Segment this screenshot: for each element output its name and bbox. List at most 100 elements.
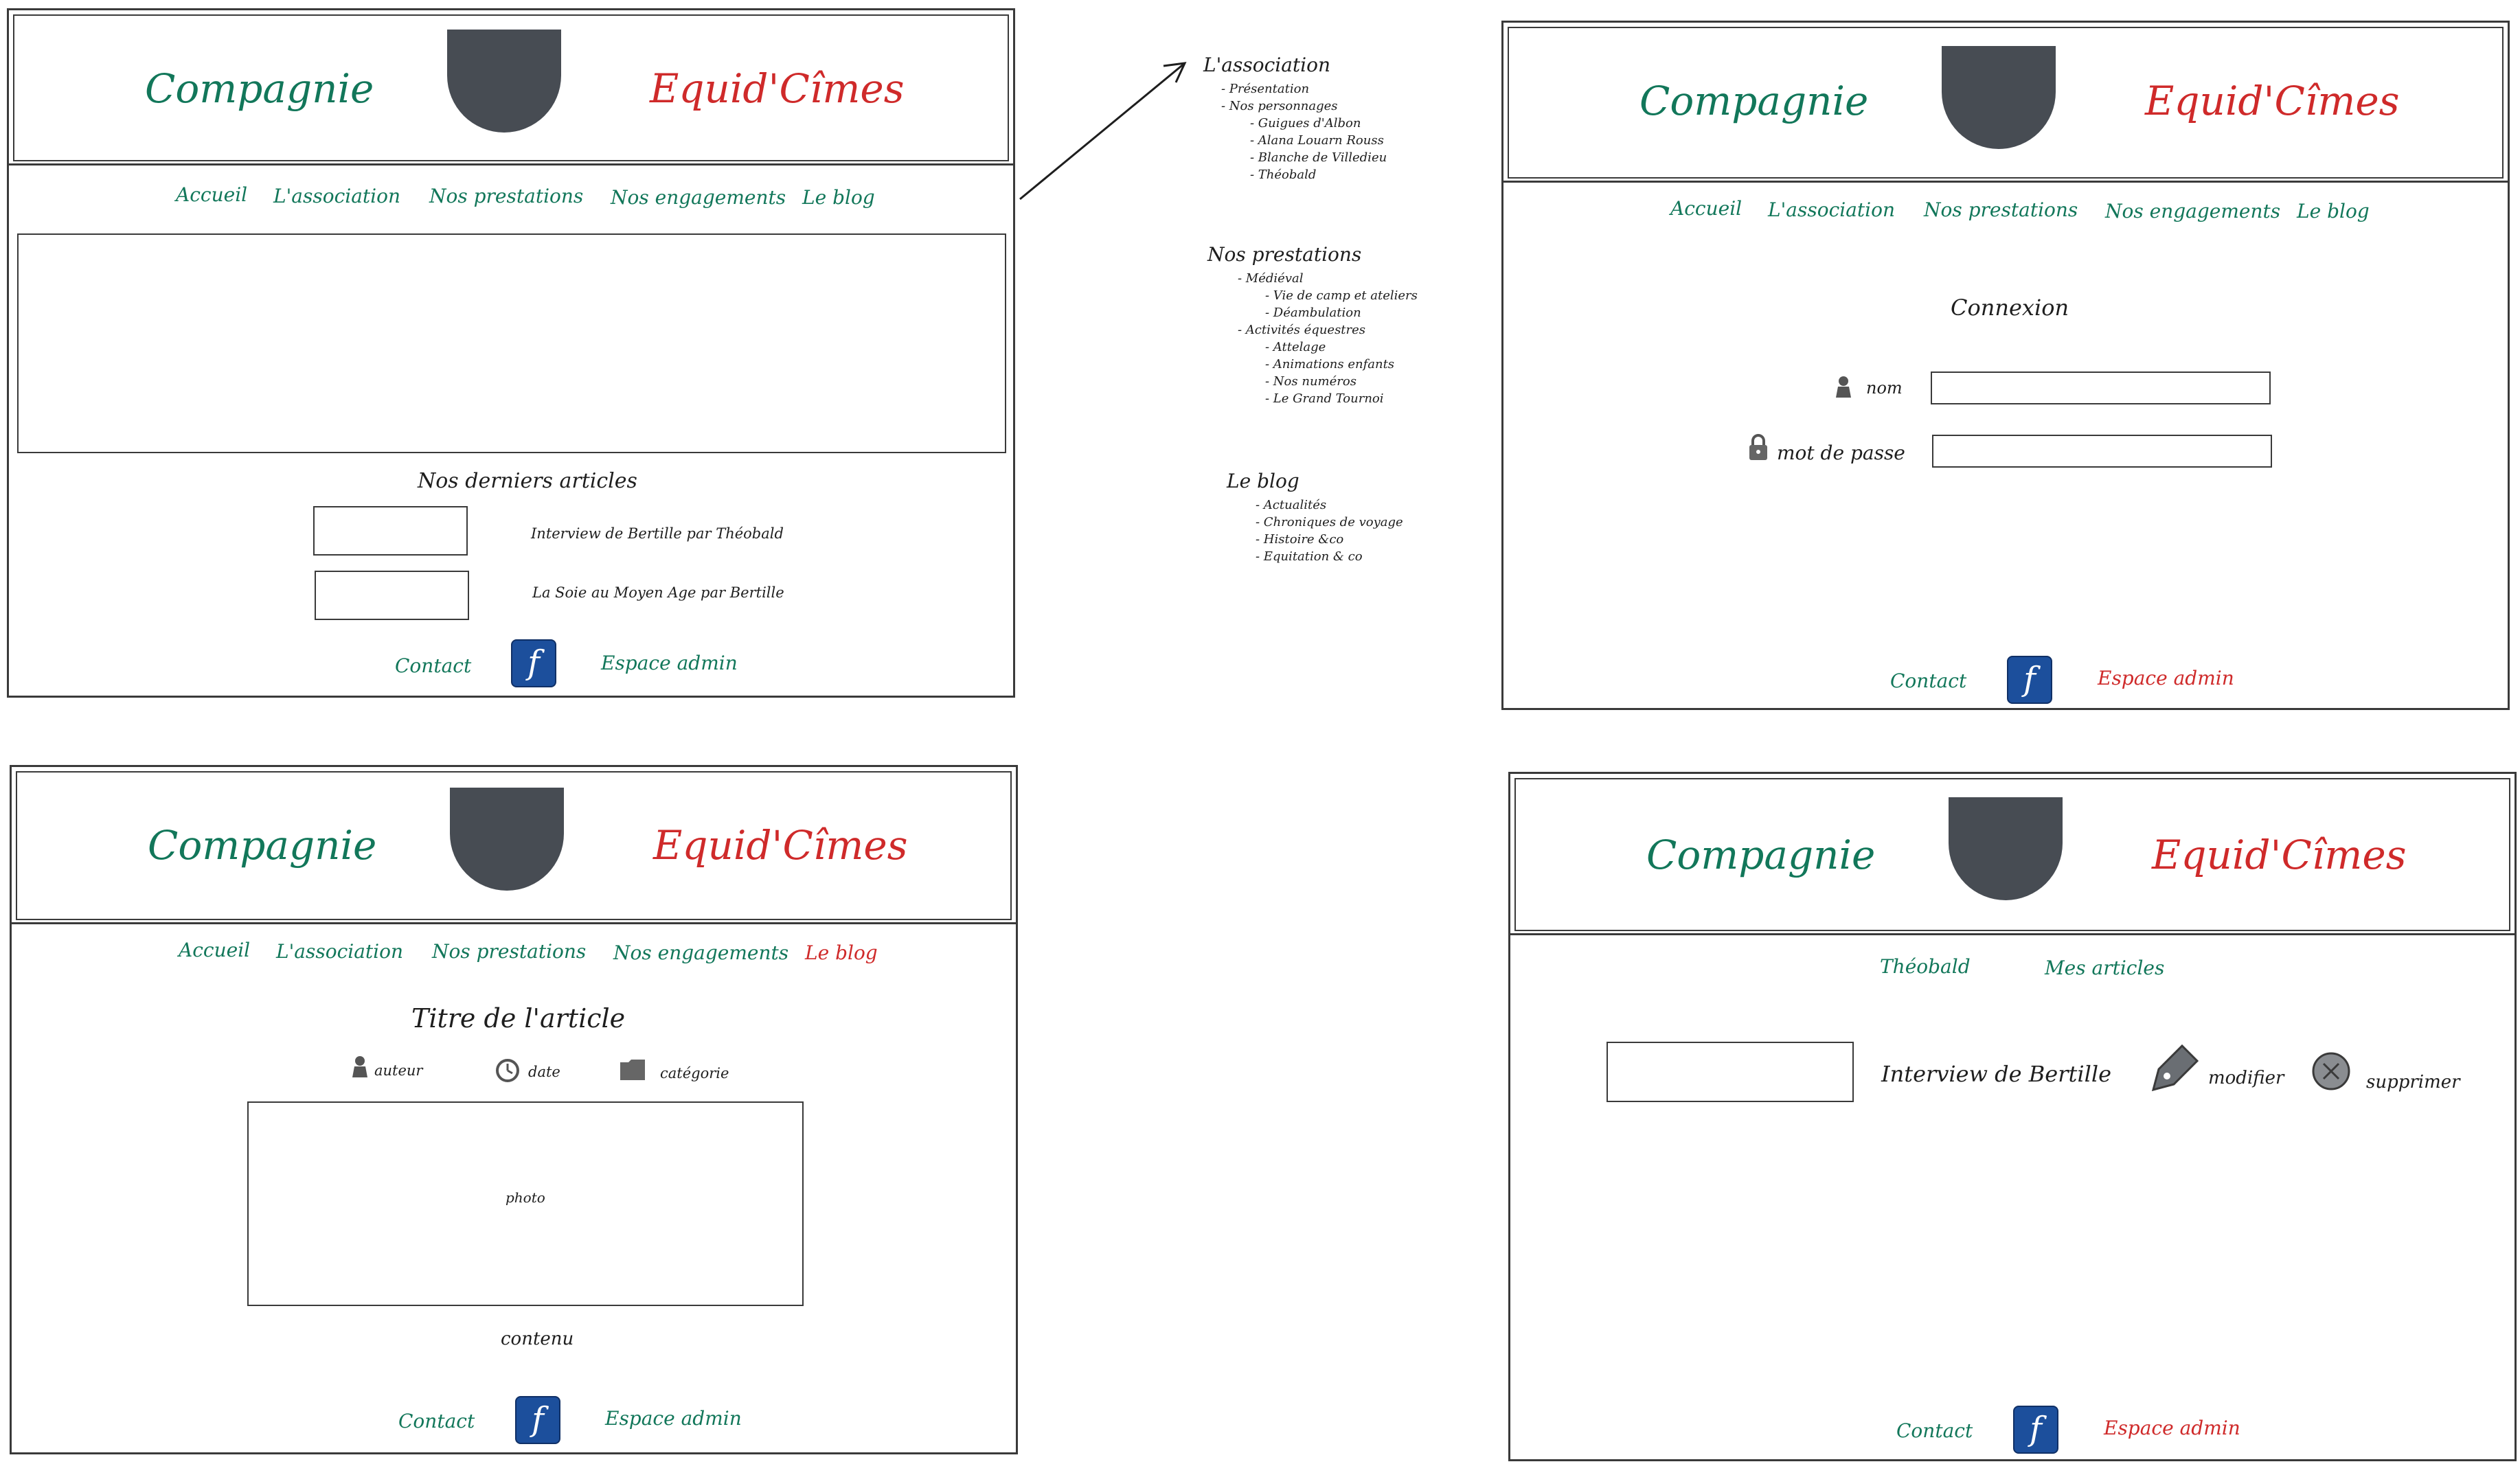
facebook-icon[interactable]: f [511,639,556,687]
sitemap-item: - Histoire &co [1256,532,1344,547]
nav-prestations[interactable]: Nos prestations [432,940,586,963]
sitemap-item: - Le Grand Tournoi [1265,391,1384,406]
article-thumbnail[interactable] [315,571,469,620]
admin-wireframe: Compagnie Equid'Cîmes Théobald Mes artic… [1508,772,2517,1461]
delete-icon[interactable] [2311,1051,2351,1091]
facebook-icon[interactable]: f [515,1396,560,1444]
brand-right: Equid'Cîmes [2145,78,2400,124]
sitemap-arrow [1019,62,1187,201]
nav-engagements[interactable]: Nos engagements [2105,200,2280,222]
home-wireframe: Compagnie Equid'Cîmes Accueil L'associat… [7,8,1015,698]
sitemap-item: - Présentation [1221,82,1310,96]
article-wireframe: Compagnie Equid'Cîmes Accueil L'associat… [10,765,1018,1454]
pen-icon[interactable] [2149,1042,2201,1094]
site-header: Compagnie Equid'Cîmes [1510,774,2515,935]
sitemap-item: - Chroniques de voyage [1256,515,1403,529]
nav-blog[interactable]: Le blog [802,186,875,209]
site-header: Compagnie Equid'Cîmes [9,10,1013,165]
sitemap-heading: L'association [1203,54,1331,76]
nav-accueil[interactable]: Accueil [1670,197,1742,220]
delete-label[interactable]: supprimer [2366,1072,2460,1093]
site-header: Compagnie Equid'Cîmes [12,767,1016,924]
nav-blog[interactable]: Le blog [805,941,878,964]
author-label: auteur [374,1062,423,1079]
sitemap-item: - Déambulation [1265,306,1361,320]
nav-blog[interactable]: Le blog [2297,200,2370,222]
sitemap-prestations: Nos prestations - Médiéval - Vie de camp… [1207,243,1418,407]
footer-admin[interactable]: Espace admin [2104,1417,2240,1439]
article-thumbnail[interactable] [313,506,468,556]
sitemap-association: L'association - Présentation - Nos perso… [1203,54,1387,183]
password-field[interactable] [1932,435,2272,468]
footer-contact[interactable]: Contact [1896,1419,1973,1442]
clock-icon [496,1059,519,1082]
nav-association[interactable]: L'association [276,940,403,963]
article-content: contenu [501,1329,574,1349]
nav-prestations[interactable]: Nos prestations [429,185,583,207]
folder-icon [620,1060,645,1080]
login-title: Connexion [1951,295,2069,321]
admin-nav-articles[interactable]: Mes articles [2045,957,2164,979]
user-icon [352,1056,367,1077]
user-icon [1836,376,1851,398]
article-title: Titre de l'article [411,1003,626,1033]
sitemap-heading: Le blog [1227,470,1299,492]
sitemap-heading: Nos prestations [1207,243,1362,266]
sitemap-item: - Attelage [1265,340,1326,354]
nav-accueil[interactable]: Accueil [179,939,250,961]
password-label: mot de passe [1777,442,1905,464]
nav-association[interactable]: L'association [273,185,400,207]
facebook-icon[interactable]: f [2013,1406,2058,1454]
article-link[interactable]: Interview de Bertille par Théobald [531,525,784,542]
category-label: catégorie [660,1065,729,1082]
footer-admin[interactable]: Espace admin [605,1407,742,1430]
latest-articles-title: Nos derniers articles [418,469,637,493]
sitemap-item: - Médiéval [1238,271,1304,286]
lock-icon [1749,434,1767,460]
edit-label[interactable]: modifier [2208,1068,2284,1088]
sitemap-item: - Blanche de Villedieu [1250,150,1387,165]
footer-contact[interactable]: Contact [398,1410,475,1432]
admin-nav-user[interactable]: Théobald [1880,955,1971,978]
site-header: Compagnie Equid'Cîmes [1503,23,2508,183]
logo-shield [450,788,564,891]
footer-admin[interactable]: Espace admin [601,652,738,674]
sitemap-blog: Le blog - Actualités - Chroniques de voy… [1227,470,1403,565]
login-wireframe: Compagnie Equid'Cîmes Accueil L'associat… [1501,21,2510,710]
hero-banner [17,233,1006,453]
logo-shield [1949,797,2063,900]
brand-right: Equid'Cîmes [2152,832,2407,878]
footer-contact[interactable]: Contact [1890,670,1966,692]
nav-association[interactable]: L'association [1768,198,1895,221]
article-photo: photo [247,1101,804,1306]
sitemap-item: - Théobald [1250,168,1317,182]
nav-engagements[interactable]: Nos engagements [613,941,788,964]
footer-contact[interactable]: Contact [395,654,471,677]
article-link[interactable]: La Soie au Moyen Age par Bertille [532,584,784,601]
nav-prestations[interactable]: Nos prestations [1924,198,2078,221]
sitemap-item: - Equitation & co [1256,549,1363,564]
brand-left: Compagnie [148,822,377,869]
admin-article-title: Interview de Bertille [1881,1061,2111,1087]
sitemap-item: - Nos personnages [1221,99,1338,113]
brand-left: Compagnie [1639,78,1869,124]
photo-label: photo [506,1189,545,1206]
facebook-icon[interactable]: f [2007,656,2052,704]
nav-accueil[interactable]: Accueil [176,183,247,206]
sitemap-item: - Vie de camp et ateliers [1265,288,1418,303]
nav-engagements[interactable]: Nos engagements [611,186,786,209]
sitemap-item: - Nos numéros [1265,374,1357,389]
name-label: nom [1866,378,1903,398]
logo-shield [1942,46,2056,149]
sitemap-item: - Guigues d'Albon [1250,116,1361,130]
logo-shield [447,30,561,133]
article-thumbnail[interactable] [1607,1042,1854,1102]
sitemap-item: - Activités équestres [1238,323,1366,337]
name-field[interactable] [1931,371,2271,404]
brand-left: Compagnie [145,65,374,112]
brand-right: Equid'Cîmes [653,822,908,869]
brand-right: Equid'Cîmes [650,65,905,112]
footer-admin[interactable]: Espace admin [2098,667,2234,689]
date-label: date [528,1064,560,1080]
brand-left: Compagnie [1646,832,1876,878]
